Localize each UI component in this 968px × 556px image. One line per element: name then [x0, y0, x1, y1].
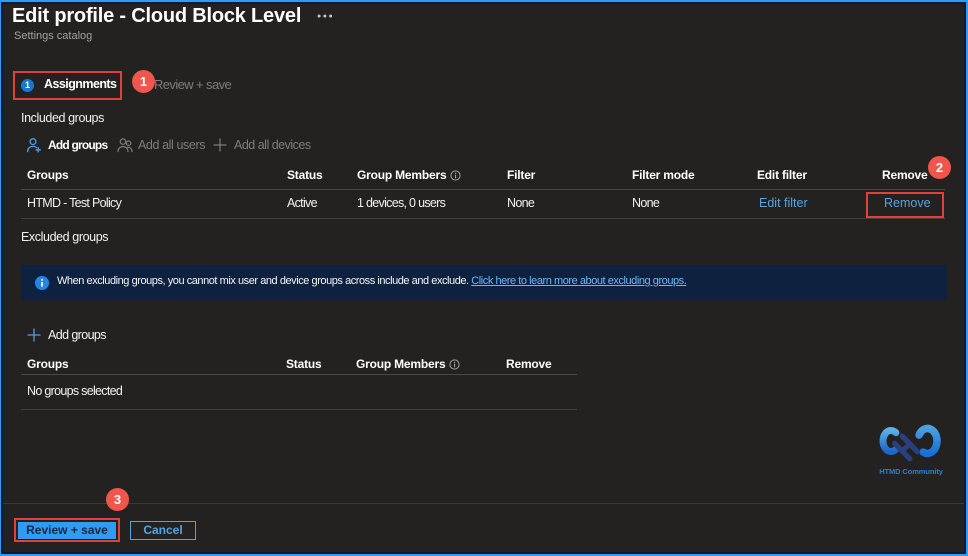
svg-text:HTMD Community: HTMD Community — [879, 467, 944, 476]
